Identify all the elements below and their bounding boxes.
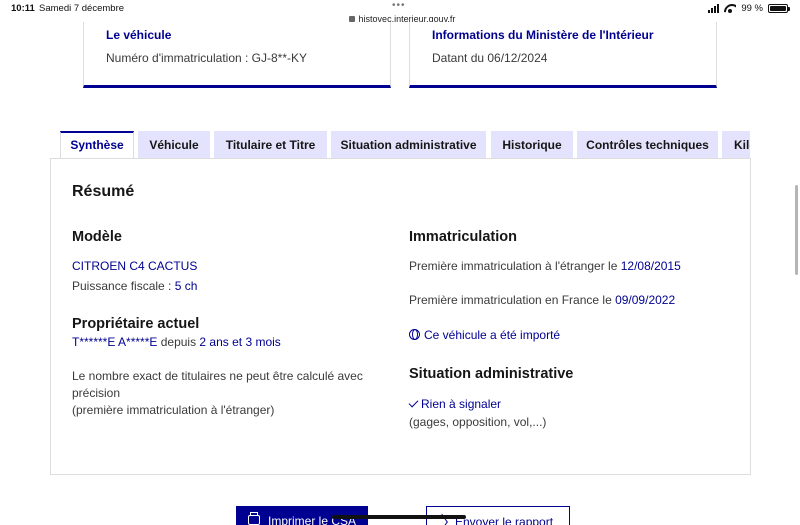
printer-icon xyxy=(248,512,260,525)
send-report-label: Envoyer le rapport xyxy=(455,515,554,525)
admin-detail: (gages, opposition, vol,...) xyxy=(409,415,547,429)
report-tabs: Synthèse Véhicule Titulaire et Titre Sit… xyxy=(60,131,750,160)
summary-heading: Résumé xyxy=(72,183,135,200)
fiscal-power-value: 5 ch xyxy=(174,279,198,293)
tab-historique[interactable]: Historique xyxy=(491,131,573,160)
cellular-signal-icon xyxy=(708,4,720,13)
status-date: Samedi 7 décembre xyxy=(39,3,125,14)
foreign-registration: Première immatriculation à l'étranger le… xyxy=(409,258,681,275)
ministry-date: Datant du 06/12/2024 xyxy=(432,51,548,65)
vehicle-card: Le véhicule Numéro d'immatriculation : G… xyxy=(83,22,391,88)
multitasking-dots-icon[interactable]: ••• xyxy=(392,0,406,11)
owner-since-label: depuis xyxy=(157,335,200,349)
page-scrollbar[interactable] xyxy=(795,185,798,275)
france-registration-label: Première immatriculation en France le xyxy=(409,293,616,307)
registration-heading: Immatriculation xyxy=(409,229,517,245)
owner-line: T******E A*****E depuis 2 ans et 3 mois xyxy=(72,334,281,351)
vehicle-card-title: Le véhicule xyxy=(106,28,172,42)
battery-percent: 99 % xyxy=(741,3,763,14)
tab-titulaire[interactable]: Titulaire et Titre xyxy=(214,131,327,160)
battery-icon xyxy=(768,4,790,13)
owner-note-line2: précision xyxy=(72,386,121,400)
status-time: 10:11 xyxy=(11,3,35,14)
imported-link[interactable]: Ce véhicule a été importé xyxy=(409,327,560,344)
owner-since-value: 2 ans et 3 mois xyxy=(199,335,281,349)
fiscal-power: Puissance fiscale : 5 ch xyxy=(72,278,197,295)
owner-name: T******E A*****E xyxy=(72,335,158,349)
status-indicators: 99 % xyxy=(708,3,790,14)
imported-link-text: Ce véhicule a été importé xyxy=(424,328,561,342)
registration-number: Numéro d'immatriculation : GJ-8**-KY xyxy=(106,51,308,65)
tab-kilometrage[interactable]: Kilométrage xyxy=(722,131,750,160)
tab-situation-administrative[interactable]: Situation administrative xyxy=(331,131,486,160)
owner-heading: Propriétaire actuel xyxy=(72,316,200,332)
model-name: CITROEN C4 CACTUS xyxy=(72,259,198,273)
globe-icon xyxy=(409,329,420,340)
owner-note-line3: (première immatriculation à l'étranger) xyxy=(72,403,275,417)
france-registration-date: 09/09/2022 xyxy=(615,293,676,307)
admin-status-text: Rien à signaler xyxy=(421,397,502,411)
foreign-registration-date: 12/08/2015 xyxy=(620,259,681,273)
foreign-registration-label: Première immatriculation à l'étranger le xyxy=(409,259,621,273)
tab-vehicule[interactable]: Véhicule xyxy=(138,131,210,160)
fiscal-power-label: Puissance fiscale : xyxy=(72,279,175,293)
ministry-card-title: Informations du Ministère de l'Intérieur xyxy=(432,28,654,42)
admin-heading: Situation administrative xyxy=(409,366,574,382)
owner-note-line1: Le nombre exact de titulaires ne peut êt… xyxy=(72,369,363,383)
ministry-card: Informations du Ministère de l'Intérieur… xyxy=(409,22,717,88)
model-heading: Modèle xyxy=(72,229,122,245)
battery-fill xyxy=(770,6,786,11)
wifi-icon xyxy=(724,4,736,13)
tab-controles-techniques[interactable]: Contrôles techniques xyxy=(577,131,718,160)
tab-synthese[interactable]: Synthèse xyxy=(60,131,134,160)
home-indicator[interactable] xyxy=(332,515,466,519)
france-registration: Première immatriculation en France le 09… xyxy=(409,292,675,309)
check-icon xyxy=(408,397,419,408)
admin-status: Rien à signaler xyxy=(408,396,502,413)
